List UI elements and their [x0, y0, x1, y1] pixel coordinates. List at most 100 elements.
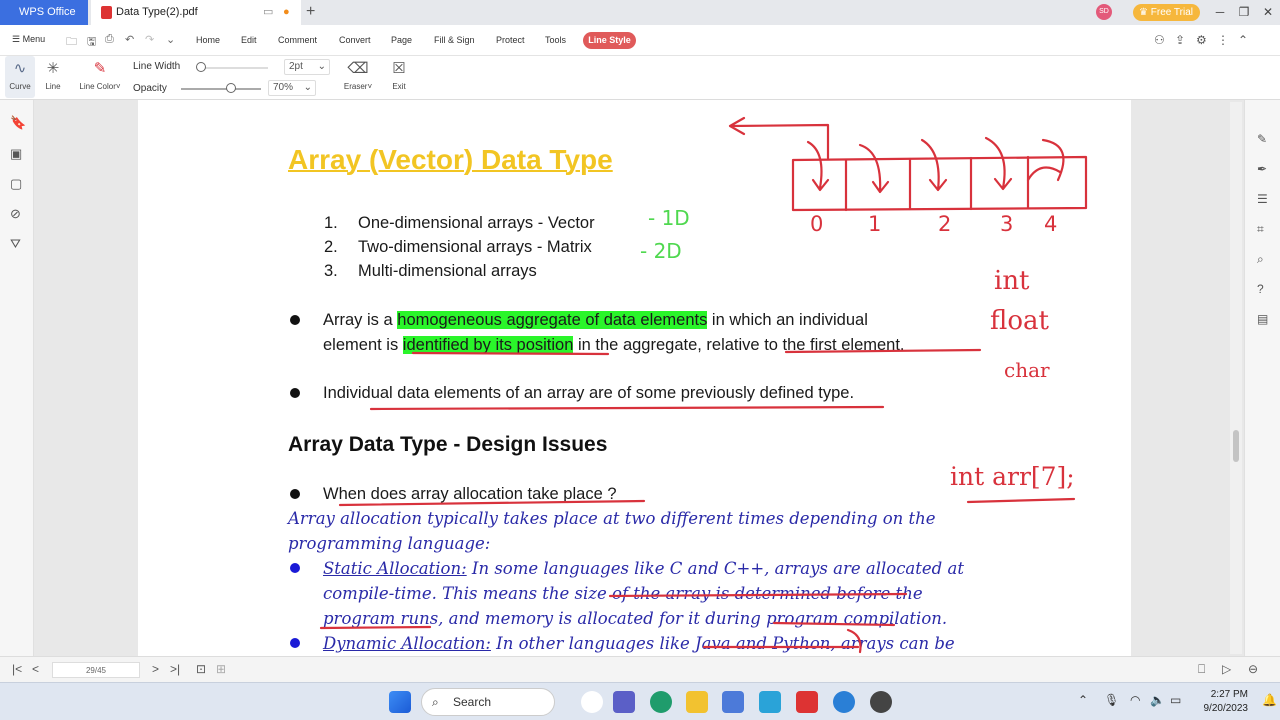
- index-1-label: 1: [868, 212, 882, 236]
- tab-home[interactable]: Home: [196, 35, 220, 45]
- underline-stroke: [966, 497, 1076, 504]
- scrollbar-thumb[interactable]: [1233, 430, 1239, 462]
- signature-icon[interactable]: ⛛: [10, 236, 21, 252]
- tab-page[interactable]: Page: [391, 35, 412, 45]
- wps-icon[interactable]: [796, 691, 818, 713]
- free-trial-button[interactable]: ♛ Free Trial: [1133, 4, 1200, 21]
- settings-icon[interactable]: ⚙: [1196, 33, 1207, 47]
- windows-start-icon[interactable]: [389, 691, 411, 713]
- clock-time: 2:27 PM: [1210, 689, 1248, 700]
- help-icon[interactable]: ?: [1257, 282, 1264, 296]
- line-width-select[interactable]: 2pt ⌄: [284, 59, 330, 75]
- edit-icon[interactable]: ✎: [1257, 132, 1267, 146]
- file-explorer-icon[interactable]: [686, 691, 708, 713]
- pen-icon[interactable]: ✒: [1257, 162, 1267, 176]
- minimize-button[interactable]: ─: [1208, 0, 1232, 25]
- opacity-slider-knob[interactable]: [226, 83, 236, 93]
- new-tab-button[interactable]: +: [306, 0, 315, 25]
- edge-alt-icon[interactable]: [833, 691, 855, 713]
- array-arrow: [728, 116, 830, 160]
- tab-convert[interactable]: Convert: [339, 35, 371, 45]
- left-sidebar: 🔖 ▣ ▢ ⊘ ⛛: [0, 100, 34, 656]
- obs-icon[interactable]: [870, 691, 892, 713]
- search-doc-icon[interactable]: ⌕: [1257, 252, 1264, 267]
- avatar[interactable]: SD: [1096, 4, 1112, 20]
- store-icon[interactable]: [722, 691, 744, 713]
- wps-pdf-window: WPS Office Data Type(2).pdf ▭ ● + SD ♛ F…: [0, 0, 1280, 720]
- wifi-icon[interactable]: ◠: [1130, 693, 1140, 707]
- title-bar: WPS Office Data Type(2).pdf ▭ ● + SD ♛ F…: [0, 0, 1280, 25]
- read-mode-icon[interactable]: ⎕: [1198, 662, 1205, 677]
- taskbar-search[interactable]: ⌕ Search: [421, 688, 555, 716]
- open-folder-icon[interactable]: 🗀: [66, 33, 77, 52]
- maximize-button[interactable]: ❐: [1232, 0, 1256, 25]
- vertical-scrollbar[interactable]: [1230, 102, 1242, 654]
- tab-tools[interactable]: Tools: [545, 35, 566, 45]
- status-bar: |< < 29/45 > >| ⊡ ⊞ ⎕ ▷ ⊖: [0, 656, 1280, 682]
- tab-comment[interactable]: Comment: [278, 35, 317, 45]
- battery-icon[interactable]: ▭: [1170, 693, 1181, 707]
- more-icon[interactable]: ⋮: [1217, 33, 1229, 47]
- first-page-icon[interactable]: |<: [12, 662, 22, 676]
- crop-icon[interactable]: ⌗: [1257, 222, 1264, 237]
- collapse-ribbon-icon[interactable]: ⌃: [1238, 33, 1248, 47]
- quick-access-dropdown-icon[interactable]: ⌄: [166, 33, 175, 46]
- line-icon: ✳: [46, 60, 60, 77]
- share-user-icon[interactable]: ⚇: [1154, 33, 1165, 47]
- save-icon[interactable]: 🖫: [87, 33, 96, 52]
- unsaved-dot-icon: ●: [283, 6, 290, 18]
- curve-tool-button[interactable]: ∿ Curve: [5, 56, 35, 98]
- attachment-icon[interactable]: ⊘: [10, 206, 21, 222]
- dropdown-caret-icon: ˅: [115, 82, 121, 91]
- edge-icon[interactable]: [650, 691, 672, 713]
- index-0-label: 0: [810, 212, 866, 236]
- close-button[interactable]: ✕: [1256, 0, 1280, 25]
- tab-wps-office[interactable]: WPS Office: [0, 0, 88, 25]
- properties-icon[interactable]: ☰: [1257, 192, 1268, 206]
- line-width-slider-knob[interactable]: [196, 62, 206, 72]
- exit-button[interactable]: ☒ Exit: [386, 56, 412, 98]
- microphone-icon[interactable]: 🎙: [1104, 693, 1119, 707]
- opacity-select[interactable]: 70% ⌄: [268, 80, 316, 96]
- opacity-slider[interactable]: [181, 88, 261, 90]
- tab-line-style[interactable]: Line Style: [583, 32, 636, 49]
- tab-window-icon[interactable]: ▭: [263, 0, 273, 25]
- copilot-icon[interactable]: [581, 691, 603, 713]
- taskbar-clock[interactable]: 2:27 PM 9/20/2023: [1198, 688, 1249, 716]
- play-icon[interactable]: ▷: [1222, 662, 1231, 676]
- line-color-label: Line Color: [79, 82, 116, 91]
- cell-arrow: [920, 138, 948, 192]
- clock-date: 9/20/2023: [1203, 703, 1249, 714]
- thumbnail-icon[interactable]: ▣: [10, 146, 22, 162]
- annotation-float: float: [990, 306, 1049, 336]
- eraser-button[interactable]: ⌫ Eraser˅: [338, 56, 378, 98]
- last-page-icon[interactable]: >|: [170, 662, 180, 676]
- undo-icon[interactable]: ↶: [125, 33, 134, 46]
- tray-expand-icon[interactable]: ⌃: [1078, 693, 1088, 707]
- volume-icon[interactable]: 🔈: [1150, 693, 1165, 707]
- cell-arrow: [858, 143, 890, 194]
- app-l-icon[interactable]: [759, 691, 781, 713]
- fit-page-icon[interactable]: ⊡: [196, 662, 206, 676]
- comment-icon[interactable]: ▢: [10, 176, 22, 192]
- tab-protect[interactable]: Protect: [496, 35, 525, 45]
- notification-icon[interactable]: 🔔: [1262, 693, 1277, 707]
- bookmark-icon[interactable]: 🔖: [10, 115, 26, 131]
- rotate-icon[interactable]: ⊞: [216, 662, 226, 676]
- line-tool-button[interactable]: ✳ Line: [40, 56, 66, 98]
- redo-icon[interactable]: ↷: [145, 33, 154, 46]
- teams-icon[interactable]: [613, 691, 635, 713]
- share-icon[interactable]: ⇪: [1175, 33, 1185, 47]
- page-number-input[interactable]: 29/45: [52, 662, 140, 678]
- menu-button[interactable]: ☰ Menu: [12, 34, 45, 45]
- tab-fill-sign[interactable]: Fill & Sign: [434, 35, 475, 45]
- cell-arrow: [984, 136, 1013, 191]
- next-page-icon[interactable]: >: [152, 662, 159, 676]
- line-color-button[interactable]: ✎ Line Color˅: [75, 56, 125, 98]
- line-width-slider[interactable]: [198, 67, 268, 69]
- print-icon[interactable]: ⎙: [105, 33, 114, 46]
- document-icon[interactable]: ▤: [1257, 312, 1268, 326]
- tab-edit[interactable]: Edit: [241, 35, 257, 45]
- previous-page-icon[interactable]: <: [32, 662, 39, 676]
- zoom-out-icon[interactable]: ⊖: [1248, 662, 1258, 676]
